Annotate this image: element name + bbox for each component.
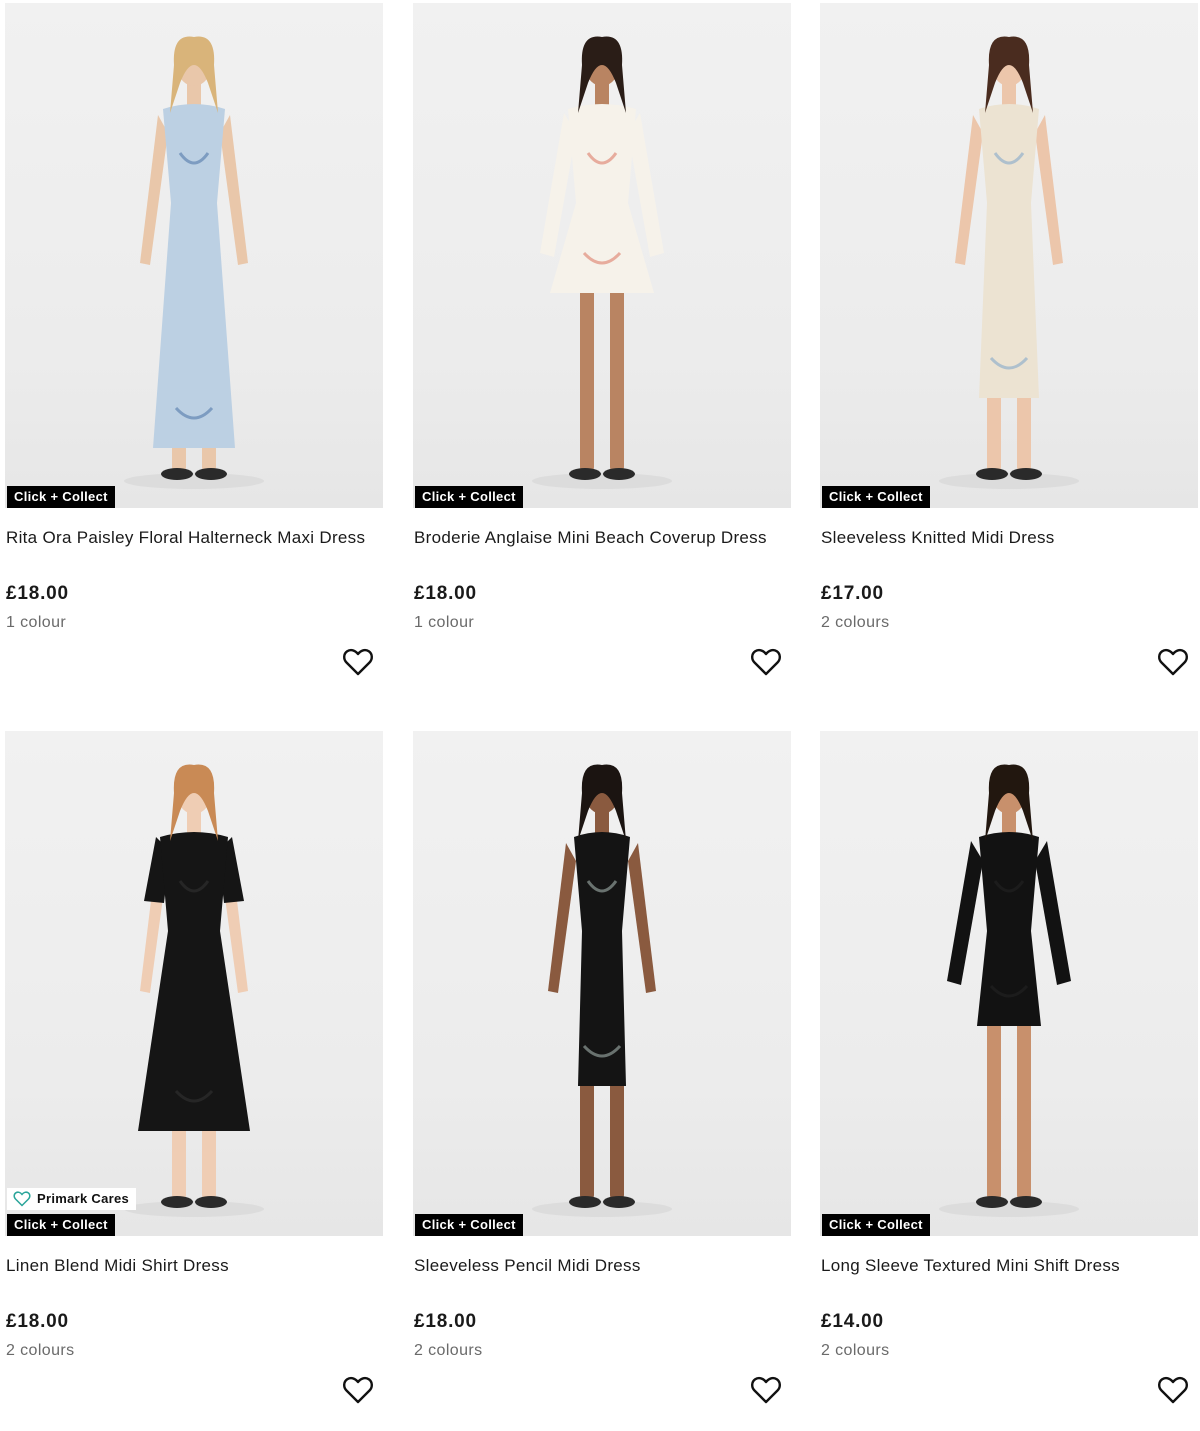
left-leg <box>580 283 594 473</box>
product-card[interactable]: Click + Collect Broderie Anglaise Mini B… <box>413 3 791 703</box>
heart-outline-icon <box>343 1376 373 1404</box>
heart-leaf-icon <box>13 1191 31 1207</box>
right-arm <box>220 115 248 265</box>
product-card[interactable]: Primark Cares Click + Collect Linen Blen… <box>5 731 383 1431</box>
primark-cares-badge: Primark Cares <box>7 1188 137 1210</box>
click-collect-badge: Click + Collect <box>7 486 115 508</box>
right-leg <box>1017 1016 1031 1201</box>
heart-outline-icon <box>751 1376 781 1404</box>
dress <box>979 104 1039 398</box>
product-card[interactable]: Click + Collect Long Sleeve Textured Min… <box>820 731 1198 1431</box>
colour-count[interactable]: 2 colours <box>6 1342 75 1360</box>
product-card[interactable]: Click + Collect Rita Ora Paisley Floral … <box>5 3 383 703</box>
wishlist-button[interactable] <box>750 1375 782 1405</box>
model-photo <box>532 36 672 489</box>
product-image[interactable]: Primark Cares Click + Collect <box>5 731 383 1236</box>
product-image[interactable]: Click + Collect <box>5 3 383 508</box>
left-arm <box>548 843 576 993</box>
floor-shadow <box>939 1201 1079 1217</box>
product-image[interactable]: Click + Collect <box>820 731 1198 1236</box>
floor-shadow <box>532 1201 672 1217</box>
product-image[interactable]: Click + Collect <box>413 731 791 1236</box>
floor-shadow <box>939 473 1079 489</box>
left-shoe <box>976 1196 1008 1208</box>
right-leg <box>610 1076 624 1201</box>
product-grid: Click + Collect Rita Ora Paisley Floral … <box>0 0 1200 1405</box>
product-image[interactable]: Click + Collect <box>413 3 791 508</box>
model-photo <box>532 764 672 1217</box>
colour-count[interactable]: 2 colours <box>821 614 890 632</box>
left-leg <box>987 1016 1001 1201</box>
wishlist-button[interactable] <box>342 647 374 677</box>
colour-count[interactable]: 2 colours <box>414 1342 483 1360</box>
wishlist-button[interactable] <box>1157 647 1189 677</box>
right-shoe <box>603 1196 635 1208</box>
dress <box>574 832 630 1086</box>
click-collect-badge: Click + Collect <box>415 1214 523 1236</box>
colour-count[interactable]: 1 colour <box>414 614 474 632</box>
model-photo <box>124 764 264 1217</box>
click-collect-badge: Click + Collect <box>822 486 930 508</box>
right-shoe <box>603 468 635 480</box>
product-title[interactable]: Linen Blend Midi Shirt Dress <box>6 1256 384 1276</box>
click-collect-badge: Click + Collect <box>415 486 523 508</box>
product-price: £18.00 <box>414 1311 477 1332</box>
product-price: £17.00 <box>821 583 884 604</box>
left-shoe <box>569 468 601 480</box>
heart-outline-icon <box>1158 648 1188 676</box>
right-shoe <box>195 1196 227 1208</box>
dress <box>153 104 235 448</box>
colour-count[interactable]: 1 colour <box>6 614 66 632</box>
primark-cares-label: Primark Cares <box>37 1191 130 1206</box>
product-title[interactable]: Sleeveless Pencil Midi Dress <box>414 1256 792 1276</box>
product-title[interactable]: Sleeveless Knitted Midi Dress <box>821 528 1199 548</box>
floor-shadow <box>124 473 264 489</box>
wishlist-button[interactable] <box>1157 1375 1189 1405</box>
product-title[interactable]: Broderie Anglaise Mini Beach Coverup Dre… <box>414 528 792 548</box>
right-leg <box>202 1121 216 1201</box>
model-photo <box>939 36 1079 489</box>
product-title[interactable]: Long Sleeve Textured Mini Shift Dress <box>821 1256 1199 1276</box>
product-price: £18.00 <box>6 583 69 604</box>
left-leg <box>580 1076 594 1201</box>
model-photo <box>124 36 264 489</box>
heart-outline-icon <box>751 648 781 676</box>
right-shoe <box>1010 468 1042 480</box>
product-card[interactable]: Click + Collect Sleeveless Knitted Midi … <box>820 3 1198 703</box>
colour-count[interactable]: 2 colours <box>821 1342 890 1360</box>
heart-outline-icon <box>1158 1376 1188 1404</box>
wishlist-button[interactable] <box>750 647 782 677</box>
left-shoe <box>161 1196 193 1208</box>
click-collect-badge: Click + Collect <box>822 1214 930 1236</box>
right-arm <box>1035 115 1063 265</box>
left-leg <box>987 388 1001 473</box>
right-leg <box>610 283 624 473</box>
right-shoe <box>195 468 227 480</box>
product-price: £18.00 <box>414 583 477 604</box>
left-shoe <box>569 1196 601 1208</box>
heart-outline-icon <box>343 648 373 676</box>
right-shoe <box>1010 1196 1042 1208</box>
left-leg <box>172 1121 186 1201</box>
model-photo <box>939 764 1079 1217</box>
right-sleeve <box>1035 841 1071 985</box>
left-sleeve <box>947 841 983 985</box>
left-shoe <box>161 468 193 480</box>
left-arm <box>140 115 168 265</box>
left-shoe <box>976 468 1008 480</box>
product-price: £14.00 <box>821 1311 884 1332</box>
wishlist-button[interactable] <box>342 1375 374 1405</box>
product-image[interactable]: Click + Collect <box>820 3 1198 508</box>
left-arm <box>955 115 983 265</box>
product-title[interactable]: Rita Ora Paisley Floral Halterneck Maxi … <box>6 528 384 548</box>
product-price: £18.00 <box>6 1311 69 1332</box>
right-arm <box>628 843 656 993</box>
floor-shadow <box>124 1201 264 1217</box>
right-leg <box>1017 388 1031 473</box>
product-card[interactable]: Click + Collect Sleeveless Pencil Midi D… <box>413 731 791 1431</box>
click-collect-badge: Click + Collect <box>7 1214 115 1236</box>
floor-shadow <box>532 473 672 489</box>
